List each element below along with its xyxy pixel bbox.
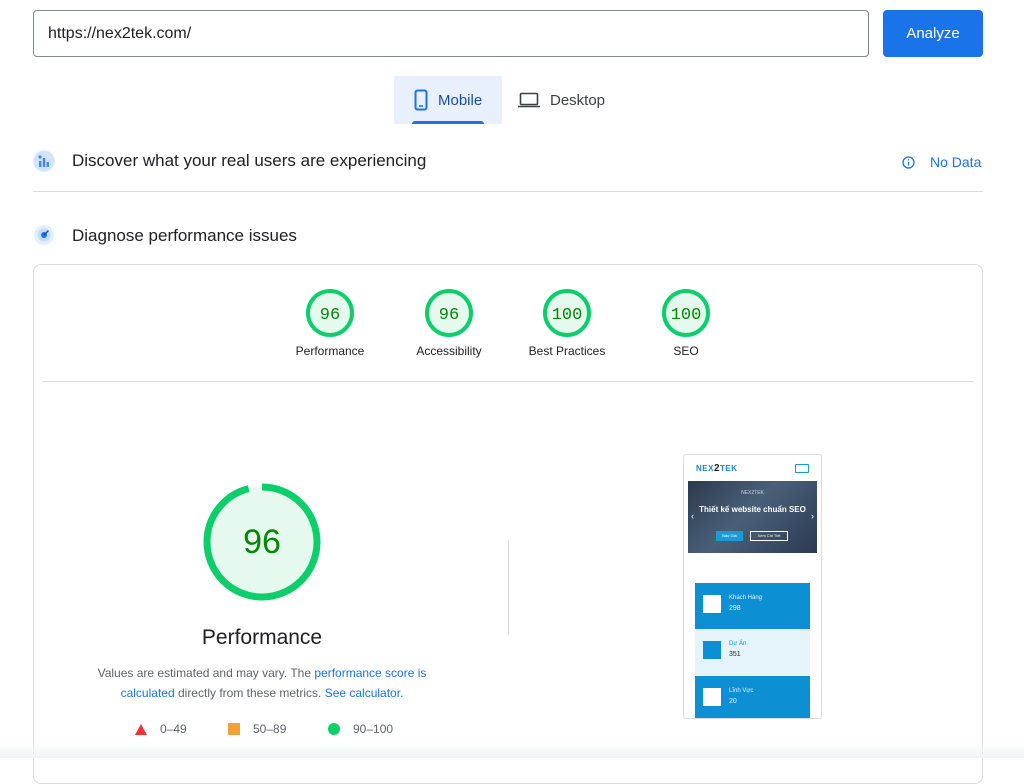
hero-primary-button: Báo Giá	[716, 531, 743, 541]
main-performance-title: Performance	[201, 626, 323, 649]
hero-headline: Thiết kế website chuẩn SEO	[699, 505, 806, 514]
best-practices-score: 100	[552, 306, 583, 325]
site-logo-suffix: TEK	[720, 464, 738, 473]
legend-average: 50–89	[228, 722, 286, 736]
performance-score: 96	[320, 306, 340, 325]
site-logo: NEX2TEK	[696, 463, 738, 474]
accessibility-label: Accessibility	[416, 344, 482, 358]
legend-fail: 0–49	[135, 722, 187, 736]
stat-projects-title: Dự Án	[729, 641, 747, 647]
score-description: Values are estimated and may vary. The p…	[82, 663, 442, 703]
section-divider	[33, 191, 983, 192]
diagnose-icon	[33, 224, 55, 246]
site-menu-icon	[795, 464, 809, 473]
seo-label: SEO	[673, 344, 699, 358]
green-circle-icon	[328, 723, 340, 735]
legend-average-label: 50–89	[253, 722, 287, 736]
stat-customers: Khách Hàng 298	[695, 583, 810, 629]
site-logo-prefix: NEX	[696, 464, 714, 473]
vertical-divider	[508, 540, 509, 635]
stat-fields-title: Lĩnh Vực	[729, 688, 754, 694]
best-practices-gauge[interactable]: 100 Best Practices	[507, 288, 627, 358]
tab-mobile-label: Mobile	[438, 91, 483, 109]
laptop-icon	[518, 92, 540, 108]
legend-pass-label: 90–100	[353, 722, 394, 736]
see-calculator-link[interactable]: See calculator.	[325, 686, 404, 700]
info-icon	[902, 155, 915, 169]
accessibility-gauge[interactable]: 96 Accessibility	[389, 288, 509, 358]
active-tab-indicator	[412, 121, 484, 124]
card-divider	[42, 381, 974, 382]
diagnose-title: Diagnose performance issues	[72, 226, 297, 245]
performance-gauge[interactable]: 96 Performance	[270, 288, 390, 358]
stat-projects-number: 351	[729, 651, 741, 658]
accessibility-score: 96	[439, 306, 459, 325]
tab-desktop-label: Desktop	[550, 91, 606, 109]
customers-icon	[703, 595, 721, 613]
hero-brand: NEX2TEK	[741, 490, 764, 496]
field-data-title: Discover what your real users are experi…	[72, 151, 427, 170]
red-triangle-icon	[135, 723, 147, 735]
legend-fail-label: 0–49	[160, 722, 187, 736]
tab-desktop[interactable]: Desktop	[518, 76, 628, 124]
fields-icon	[703, 688, 721, 706]
stat-projects: Dự Án 351	[695, 629, 810, 675]
phone-icon	[414, 89, 428, 111]
performance-label: Performance	[295, 344, 365, 358]
stat-customers-number: 298	[729, 605, 741, 612]
tab-mobile[interactable]: Mobile	[394, 76, 502, 124]
no-data-link[interactable]: No Data	[902, 154, 981, 170]
users-chart-icon	[33, 150, 55, 172]
orange-square-icon	[228, 723, 240, 735]
final-screenshot: NEX2TEK NEX2TEK Thiết kế website chuẩn S…	[683, 454, 822, 719]
projects-icon	[703, 641, 721, 659]
hero-prev-icon: ‹	[691, 511, 694, 521]
best-practices-label: Best Practices	[528, 344, 606, 358]
stat-fields: Lĩnh Vực 20	[695, 676, 810, 718]
site-hero: NEX2TEK Thiết kế website chuẩn SEO Báo G…	[688, 481, 817, 553]
page-bottom-fade	[0, 742, 1024, 758]
stat-fields-number: 20	[729, 698, 737, 705]
hero-secondary-button: Xem Chi Tiết	[750, 531, 788, 541]
hero-next-icon: ›	[811, 511, 814, 521]
main-performance-gauge: 96	[203, 483, 321, 601]
stat-customers-title: Khách Hàng	[729, 595, 763, 601]
url-input[interactable]	[33, 10, 869, 57]
description-text-2: directly from these metrics.	[174, 686, 325, 700]
seo-score: 100	[671, 306, 702, 325]
description-text-1: Values are estimated and may vary. The	[97, 666, 315, 680]
no-data-label: No Data	[930, 154, 982, 170]
seo-gauge[interactable]: 100 SEO	[626, 288, 746, 358]
legend-pass: 90–100	[328, 722, 393, 736]
main-performance-score: 96	[243, 523, 281, 561]
analyze-button[interactable]: Analyze	[883, 10, 983, 57]
